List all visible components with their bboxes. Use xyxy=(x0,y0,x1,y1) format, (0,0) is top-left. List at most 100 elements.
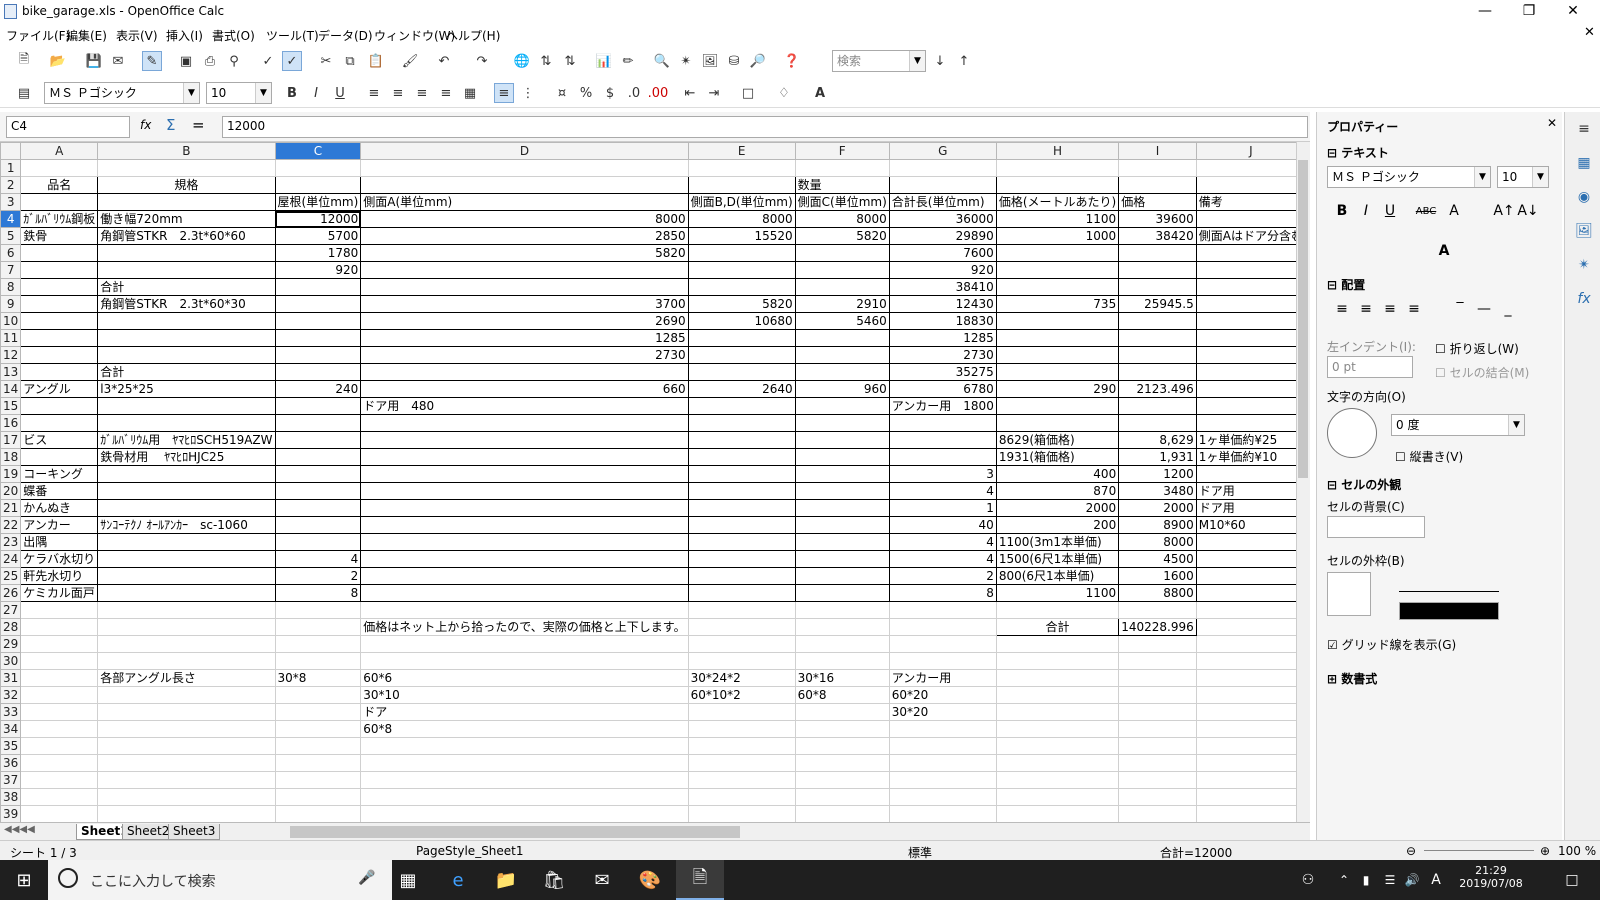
sidebar-italic-icon[interactable]: I xyxy=(1355,200,1377,222)
tab-sheet3[interactable]: Sheet3 xyxy=(168,824,221,840)
cell[interactable]: 5820 xyxy=(687,295,796,313)
cell[interactable] xyxy=(794,499,890,517)
cell[interactable]: 4 xyxy=(888,533,997,551)
cell[interactable]: アンカー xyxy=(20,516,99,534)
cell[interactable] xyxy=(687,448,796,466)
cell[interactable] xyxy=(1118,346,1197,364)
cell[interactable] xyxy=(274,176,362,194)
cell[interactable] xyxy=(20,346,99,364)
cell[interactable] xyxy=(995,635,1120,653)
cell[interactable] xyxy=(360,516,689,534)
cell[interactable] xyxy=(794,635,890,653)
cell[interactable]: 29890 xyxy=(888,227,997,245)
cell[interactable] xyxy=(1118,261,1197,279)
cell[interactable] xyxy=(97,499,276,517)
cell[interactable]: 合計 xyxy=(97,278,276,296)
merge-checkbox[interactable]: ☐ セルの結合(M) xyxy=(1435,364,1529,381)
column-header[interactable]: C xyxy=(274,142,362,160)
undo-icon[interactable]: ↶ xyxy=(434,51,454,71)
currency-format-icon[interactable]: ¤ xyxy=(552,83,572,103)
cell[interactable] xyxy=(794,363,890,381)
cell[interactable] xyxy=(97,771,276,789)
cell[interactable] xyxy=(794,703,890,721)
cell[interactable] xyxy=(995,669,1120,687)
sidebar-justify-icon[interactable]: ≡ xyxy=(1403,298,1425,320)
cell[interactable] xyxy=(1195,210,1296,228)
cell[interactable] xyxy=(1195,244,1296,262)
cell[interactable]: 960 xyxy=(794,380,890,398)
cell[interactable] xyxy=(97,805,276,822)
corner-cell[interactable] xyxy=(0,142,22,160)
cell[interactable]: 30*16 xyxy=(794,669,890,687)
row-header[interactable]: 23 xyxy=(0,533,22,551)
styles-formatting-icon[interactable]: ◉ xyxy=(1573,186,1595,208)
cell[interactable]: 1600 xyxy=(1118,567,1197,585)
print-icon[interactable]: ⎙ xyxy=(200,51,220,71)
italic-icon[interactable]: I xyxy=(306,83,326,103)
cell[interactable] xyxy=(360,414,689,432)
sidebar-align-left-icon[interactable]: ≡ xyxy=(1331,298,1353,320)
cell[interactable] xyxy=(20,720,99,738)
taskbar-search-input[interactable]: ここに入力して検索 🎤 xyxy=(48,860,392,900)
cell[interactable] xyxy=(1118,737,1197,755)
row-header[interactable]: 20 xyxy=(0,482,22,500)
cell[interactable] xyxy=(274,482,362,500)
battery-icon[interactable]: ▮ xyxy=(1354,868,1378,892)
cell[interactable] xyxy=(888,635,997,653)
cell[interactable]: 12430 xyxy=(888,295,997,313)
background-color-icon[interactable]: ♢ xyxy=(774,83,794,103)
cell[interactable]: 出隅 xyxy=(20,533,99,551)
cell[interactable] xyxy=(1195,278,1296,296)
cell[interactable] xyxy=(274,414,362,432)
cell[interactable] xyxy=(274,397,362,415)
cell[interactable] xyxy=(97,312,276,330)
cell[interactable]: 各部アングル長さ xyxy=(97,669,276,687)
cell[interactable] xyxy=(97,737,276,755)
cell[interactable]: 価格(メートルあたり) xyxy=(995,193,1120,211)
cell[interactable]: ｻﾝｺｰﾃｸﾉ ｵｰﾙｱﾝｶｰ sc-1060 xyxy=(97,516,276,534)
cell[interactable] xyxy=(1118,244,1197,262)
row-header[interactable]: 21 xyxy=(0,499,22,517)
cell[interactable] xyxy=(794,516,890,534)
cell[interactable] xyxy=(1118,397,1197,415)
cell[interactable] xyxy=(97,550,276,568)
cell[interactable] xyxy=(687,601,796,619)
cell[interactable] xyxy=(1195,176,1296,194)
row-header[interactable]: 31 xyxy=(0,669,22,687)
row-header[interactable]: 18 xyxy=(0,448,22,466)
cell[interactable] xyxy=(274,686,362,704)
cell[interactable] xyxy=(20,278,99,296)
indent-input[interactable]: 0 pt xyxy=(1327,356,1413,378)
cell[interactable]: 1 xyxy=(888,499,997,517)
cell[interactable] xyxy=(20,244,99,262)
cell[interactable]: 8000 xyxy=(794,210,890,228)
align-middle-icon[interactable]: — xyxy=(1473,298,1495,320)
cell[interactable] xyxy=(20,295,99,313)
row-header[interactable]: 34 xyxy=(0,720,22,738)
open-icon[interactable]: 📂 xyxy=(48,51,68,71)
cell[interactable] xyxy=(687,652,796,670)
bold-icon[interactable]: B xyxy=(282,83,302,103)
cell[interactable] xyxy=(20,652,99,670)
cell[interactable]: 合計 xyxy=(995,618,1120,636)
sum-icon[interactable]: Σ xyxy=(166,116,175,134)
cell[interactable] xyxy=(687,805,796,822)
cell[interactable] xyxy=(274,516,362,534)
row-header[interactable]: 6 xyxy=(0,244,22,262)
cell[interactable] xyxy=(794,788,890,806)
align-bottom-icon[interactable]: _ xyxy=(1497,298,1519,320)
cell[interactable]: 2 xyxy=(274,567,362,585)
cell[interactable] xyxy=(687,737,796,755)
cell[interactable] xyxy=(995,176,1120,194)
row-header[interactable]: 39 xyxy=(0,805,22,822)
cell[interactable]: 8800 xyxy=(1118,584,1197,602)
cell[interactable]: 3700 xyxy=(360,295,689,313)
cell[interactable] xyxy=(1195,363,1296,381)
column-header[interactable]: E xyxy=(687,142,796,160)
menu-file[interactable]: ファイル(F) xyxy=(6,27,70,44)
cell[interactable]: 合計長(単位mm) xyxy=(888,193,997,211)
mail-icon[interactable]: ✉ xyxy=(590,868,614,892)
cell[interactable]: 蝶番 xyxy=(20,482,99,500)
shadow-icon[interactable]: A xyxy=(1443,200,1465,222)
cell[interactable] xyxy=(995,805,1120,822)
